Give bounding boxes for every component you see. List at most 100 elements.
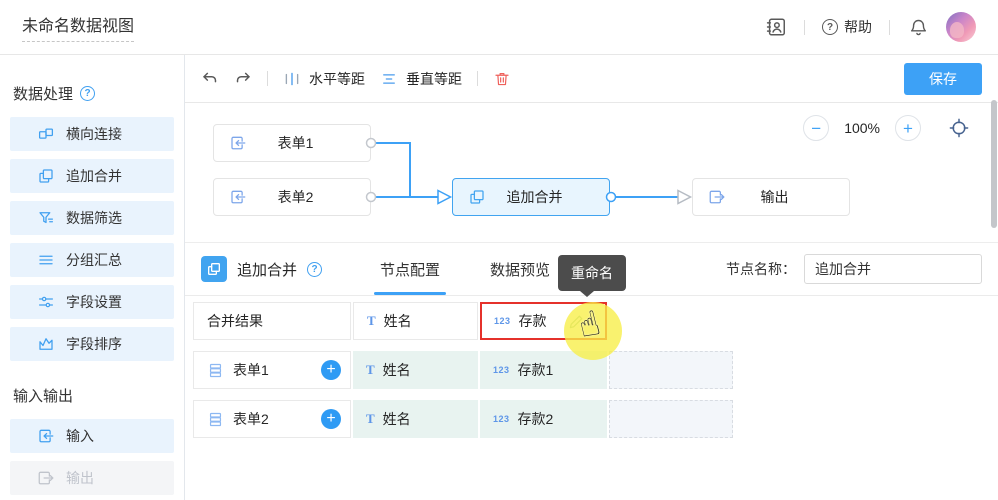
input-icon <box>229 134 247 152</box>
field-label: 姓名 <box>384 311 412 331</box>
field-cell[interactable]: T 姓名 <box>353 400 478 438</box>
sidebar-section-data-processing: 数据处理 ? <box>10 83 174 104</box>
node-help-icon[interactable]: ? <box>307 262 322 277</box>
contacts-icon[interactable] <box>765 16 787 38</box>
field-label: 存款 <box>519 311 547 331</box>
sidebar-item-append-merge[interactable]: 追加合并 <box>10 159 174 193</box>
node-output[interactable]: 输出 <box>692 178 850 216</box>
field-header-name[interactable]: T 姓名 <box>353 302 478 340</box>
sidebar-item-data-filter[interactable]: 数据筛选 <box>10 201 174 235</box>
canvas-toolbar: 水平等距 垂直等距 保存 <box>185 55 998 103</box>
data-filter-icon <box>37 209 55 227</box>
field-settings-icon <box>37 293 55 311</box>
source-cell[interactable]: 表单2 + <box>193 400 351 438</box>
question-circle-icon: ? <box>822 19 838 35</box>
node-chip-label: 追加合并 <box>237 259 297 280</box>
vertical-spacing-button[interactable]: 垂直等距 <box>380 69 462 89</box>
sidebar-item-label: 字段设置 <box>66 292 122 312</box>
page-title[interactable]: 未命名数据视图 <box>22 12 134 42</box>
add-field-button[interactable]: + <box>321 409 341 429</box>
append-merge-icon <box>201 256 227 282</box>
tab-data-preview[interactable]: 数据预览 <box>484 243 556 295</box>
number-type-icon: 123 <box>493 414 510 424</box>
form-table-icon <box>207 411 224 428</box>
notification-bell-icon[interactable] <box>907 16 929 38</box>
horizontal-spacing-label: 水平等距 <box>309 69 365 89</box>
field-sort-icon <box>37 335 55 353</box>
sidebar-item-label: 字段排序 <box>66 334 122 354</box>
sidebar-item-field-settings[interactable]: 字段设置 <box>10 285 174 319</box>
horizontal-join-icon <box>37 125 55 143</box>
field-label: 存款2 <box>518 409 554 429</box>
zoom-in-button[interactable]: + <box>895 115 921 141</box>
selected-node-chip: 追加合并 ? <box>201 256 322 282</box>
table-row-form2: 表单2 + T 姓名 123 存款2 <box>193 400 998 438</box>
user-avatar[interactable] <box>946 12 976 42</box>
flow-canvas[interactable]: 表单1 表单2 <box>185 103 998 242</box>
horizontal-spacing-button[interactable]: 水平等距 <box>283 69 365 89</box>
append-merge-icon <box>37 167 55 185</box>
sidebar-item-group-summary[interactable]: 分组汇总 <box>10 243 174 277</box>
top-bar-actions: ? 帮助 <box>765 12 976 42</box>
node-name-input[interactable] <box>804 254 982 284</box>
node-label: 追加合并 <box>486 187 583 207</box>
help-label: 帮助 <box>844 17 872 37</box>
add-field-button[interactable]: + <box>321 360 341 380</box>
undo-button[interactable] <box>201 70 219 88</box>
sidebar-item-label: 数据筛选 <box>66 208 122 228</box>
sidebar-item-label: 追加合并 <box>66 166 122 186</box>
redo-button[interactable] <box>234 70 252 88</box>
delete-node-button[interactable] <box>493 70 511 88</box>
divider <box>889 20 890 35</box>
save-button[interactable]: 保存 <box>904 63 982 95</box>
node-name-group: 节点名称： <box>726 254 982 284</box>
append-merge-icon <box>468 188 486 206</box>
section-title: 输入输出 <box>13 385 73 406</box>
help-button[interactable]: ? 帮助 <box>822 17 872 37</box>
empty-field-slot[interactable] <box>609 400 733 438</box>
sidebar-item-label: 横向连接 <box>66 124 122 144</box>
sidebar-item-field-sort[interactable]: 字段排序 <box>10 327 174 361</box>
source-cell[interactable]: 表单1 + <box>193 351 351 389</box>
field-cell[interactable]: 123 存款2 <box>480 400 607 438</box>
sidebar: 数据处理 ? 横向连接 追加 <box>0 55 185 500</box>
sidebar-section-input-output: 输入输出 <box>10 385 174 406</box>
source-label: 表单2 <box>233 409 269 429</box>
node-label: 输出 <box>726 187 823 207</box>
sidebar-item-horizontal-join[interactable]: 横向连接 <box>10 117 174 151</box>
field-label: 存款1 <box>518 360 554 380</box>
result-header-cell: 合并结果 <box>193 302 351 340</box>
vertical-scrollbar[interactable] <box>991 100 997 228</box>
output-icon <box>37 469 55 487</box>
text-type-icon: T <box>367 313 376 329</box>
vertical-spacing-icon <box>380 70 398 88</box>
number-type-icon: 123 <box>493 365 510 375</box>
output-icon <box>708 188 726 206</box>
sidebar-item-label: 输入 <box>66 426 94 446</box>
field-label: 姓名 <box>383 409 411 429</box>
empty-field-slot[interactable] <box>609 351 733 389</box>
section-title: 数据处理 <box>13 83 73 104</box>
zoom-controls: − 100% + <box>803 115 970 141</box>
locate-center-icon[interactable] <box>948 117 970 139</box>
source-label: 表单1 <box>233 360 269 380</box>
node-append-merge[interactable]: 追加合并 <box>452 178 610 216</box>
group-summary-icon <box>37 251 55 269</box>
sidebar-item-label: 输出 <box>66 468 94 488</box>
sidebar-item-output[interactable]: 输出 <box>10 461 174 495</box>
text-type-icon: T <box>366 411 375 427</box>
tab-node-config[interactable]: 节点配置 <box>374 243 446 295</box>
node-form2[interactable]: 表单2 <box>213 178 371 216</box>
field-cell[interactable]: T 姓名 <box>353 351 478 389</box>
section-help-icon[interactable]: ? <box>80 86 95 101</box>
form-table-icon <box>207 362 224 379</box>
zoom-out-button[interactable]: − <box>803 115 829 141</box>
node-form1[interactable]: 表单1 <box>213 124 371 162</box>
divider <box>477 71 478 86</box>
input-icon <box>37 427 55 445</box>
sidebar-item-label: 分组汇总 <box>66 250 122 270</box>
divider <box>267 71 268 86</box>
number-type-icon: 123 <box>494 316 511 326</box>
sidebar-item-input[interactable]: 输入 <box>10 419 174 453</box>
horizontal-spacing-icon <box>283 70 301 88</box>
